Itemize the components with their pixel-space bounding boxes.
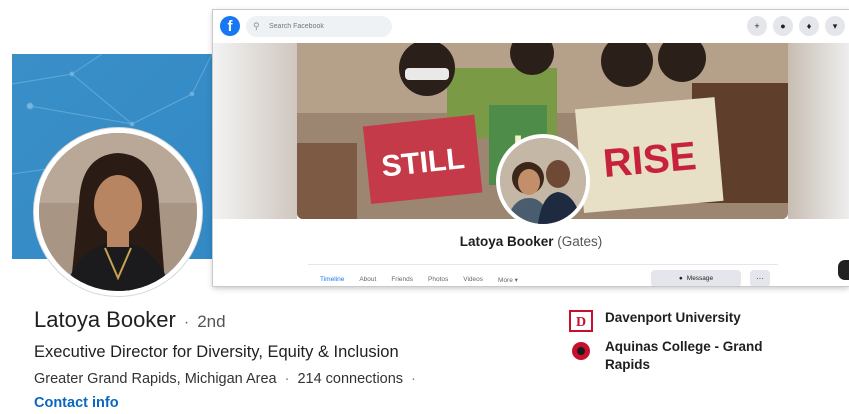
facebook-logo-icon[interactable]: f bbox=[220, 16, 240, 36]
message-button[interactable]: ● Message bbox=[651, 270, 741, 286]
search-input[interactable] bbox=[267, 22, 381, 31]
facebook-alternate-name: (Gates) bbox=[557, 234, 603, 249]
facebook-search[interactable]: ⚲ bbox=[246, 16, 392, 37]
account-menu-icon[interactable]: ▾ bbox=[825, 16, 845, 36]
divider bbox=[308, 264, 778, 265]
cover-word-rise: RISE bbox=[601, 134, 698, 186]
message-button-label: Message bbox=[686, 275, 714, 282]
avatar bbox=[500, 138, 586, 224]
notifications-bell-icon[interactable]: ♦ bbox=[799, 16, 819, 36]
tab-photos[interactable]: Photos bbox=[428, 276, 448, 284]
tab-videos[interactable]: Videos bbox=[463, 276, 483, 284]
search-icon: ⚲ bbox=[253, 21, 260, 31]
aquinas-logo-icon bbox=[567, 338, 595, 362]
tab-more[interactable]: More ▾ bbox=[498, 276, 518, 284]
facebook-profile-name: Latoya Booker (Gates) bbox=[213, 234, 849, 249]
facebook-profile-screenshot: f ⚲ + ● ♦ ▾ STILL bbox=[213, 10, 849, 286]
linkedin-profile-photo[interactable] bbox=[34, 128, 202, 296]
facebook-top-bar: f ⚲ + ● ♦ ▾ bbox=[213, 10, 849, 44]
davenport-logo-icon: D bbox=[567, 309, 595, 333]
messenger-icon: ● bbox=[678, 275, 683, 282]
location-text: Greater Grand Rapids, Michigan Area bbox=[34, 371, 277, 387]
facebook-profile-photo[interactable] bbox=[496, 134, 590, 228]
messenger-icon[interactable]: ● bbox=[773, 16, 793, 36]
more-options-button[interactable]: ··· bbox=[750, 270, 770, 286]
avatar bbox=[39, 133, 197, 291]
separator-dot: · bbox=[183, 314, 190, 331]
education-item-aquinas[interactable]: Aquinas College - Grand Rapids bbox=[567, 338, 795, 374]
profile-name: Latoya Booker bbox=[34, 307, 176, 332]
facebook-name: Latoya Booker bbox=[459, 234, 554, 249]
svg-text:D: D bbox=[576, 315, 586, 330]
cover-side-left bbox=[213, 43, 297, 219]
separator-dot: · bbox=[411, 371, 416, 387]
separator-dot: · bbox=[284, 371, 290, 387]
cover-side-right bbox=[788, 43, 849, 219]
top-bar-actions: + ● ♦ ▾ bbox=[741, 16, 845, 36]
tab-friends[interactable]: Friends bbox=[391, 276, 413, 284]
connection-degree-badge: 2nd bbox=[197, 312, 226, 331]
education-item-davenport[interactable]: D Davenport University bbox=[567, 309, 741, 333]
connections-count[interactable]: 214 connections bbox=[297, 371, 403, 387]
tab-timeline[interactable]: Timeline bbox=[320, 276, 344, 284]
facebook-profile-tabs: Timeline About Friends Photos Videos Mor… bbox=[320, 276, 533, 284]
floating-chat-icon[interactable] bbox=[838, 260, 849, 280]
create-plus-icon[interactable]: + bbox=[747, 16, 767, 36]
profile-headline: Executive Director for Diversity, Equity… bbox=[34, 343, 399, 361]
profile-name-row: Latoya Booker · 2nd bbox=[34, 307, 226, 335]
location-row: Greater Grand Rapids, Michigan Area · 21… bbox=[34, 371, 424, 387]
tab-about[interactable]: About bbox=[359, 276, 376, 284]
contact-info-link[interactable]: Contact info bbox=[34, 395, 119, 411]
education-name: Aquinas College - Grand Rapids bbox=[605, 339, 763, 372]
education-name: Davenport University bbox=[605, 310, 741, 325]
